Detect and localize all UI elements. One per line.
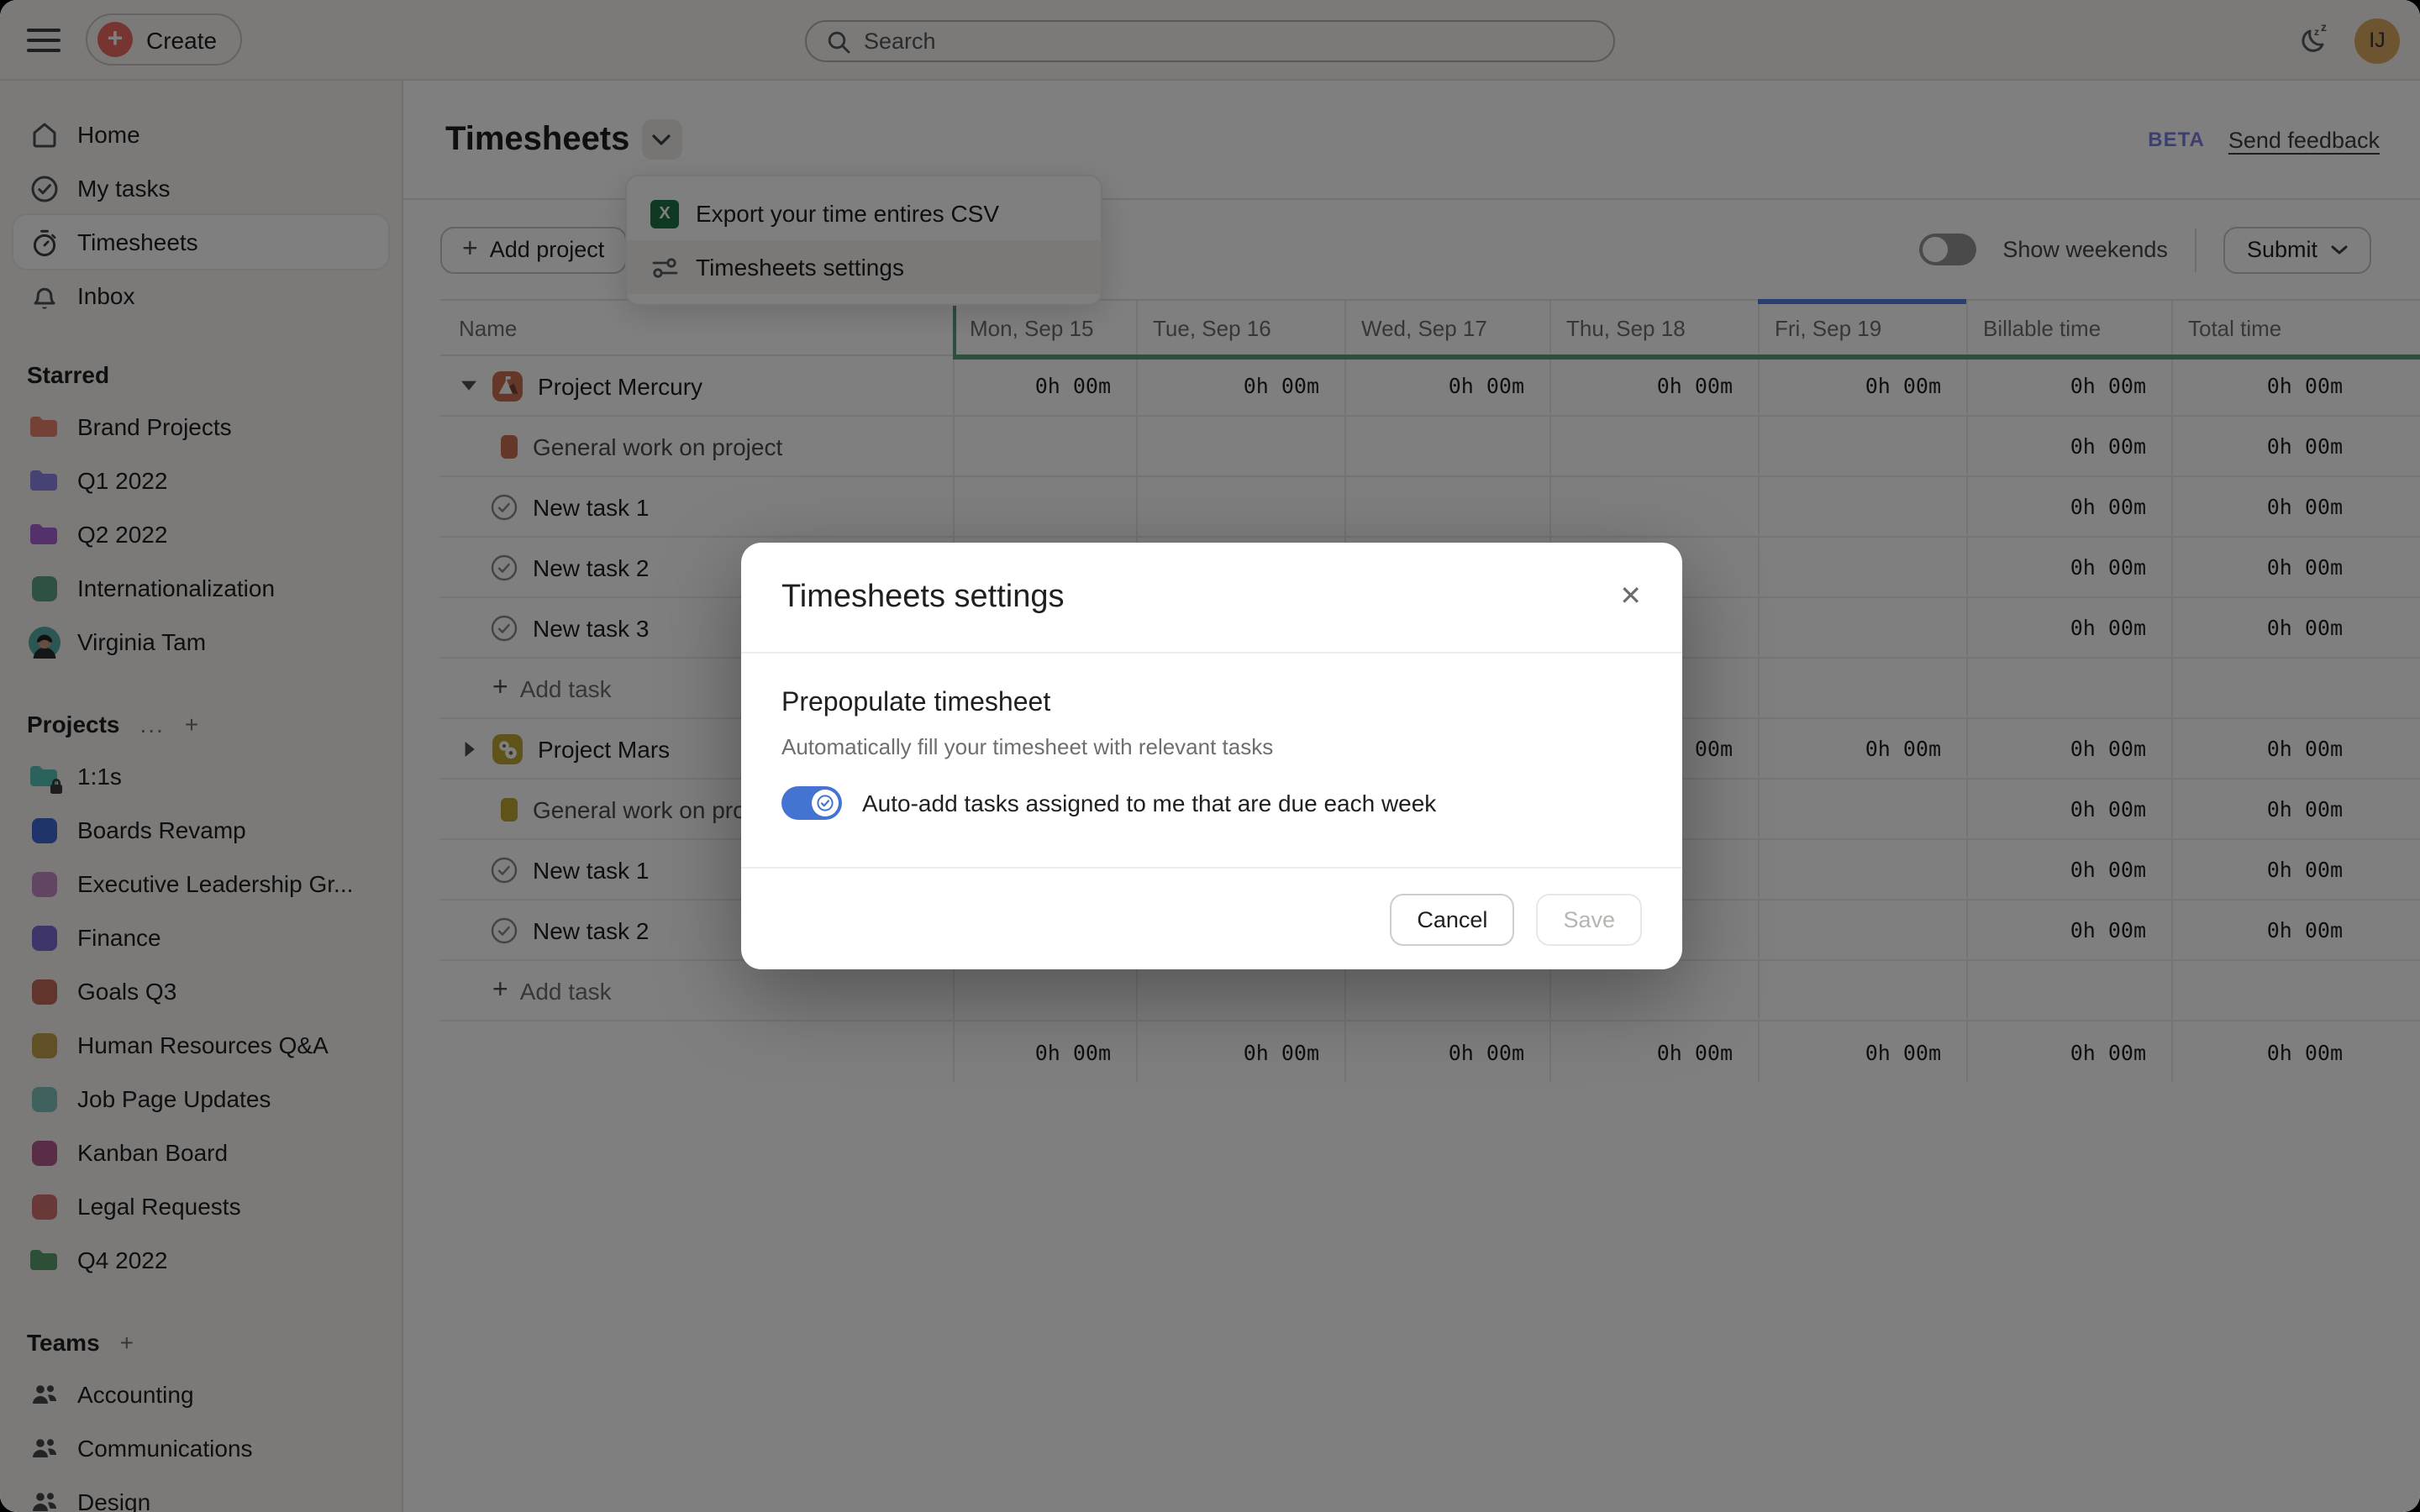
prepopulate-section-description: Automatically fill your timesheet with r… [781,734,1642,759]
modal-title: Timesheets settings [781,579,1065,616]
save-button[interactable]: Save [1536,893,1642,945]
cancel-button[interactable]: Cancel [1390,893,1514,945]
app-window: + Create Search zz IJ Home My tasks Ti [0,0,2420,1512]
auto-add-toggle-row: Auto-add tasks assigned to me that are d… [781,786,1642,820]
timesheets-settings-modal: Timesheets settings ✕ Prepopulate timesh… [741,543,1682,969]
auto-add-toggle[interactable] [781,786,842,820]
close-icon[interactable]: ✕ [1619,584,1642,611]
toggle-knob [812,790,839,816]
stage: + Create Search zz IJ Home My tasks Ti [0,0,2420,1512]
modal-header: Timesheets settings ✕ [741,543,1682,654]
prepopulate-section-title: Prepopulate timesheet [781,689,1642,719]
modal-footer: Cancel Save [741,867,1682,969]
auto-add-toggle-label: Auto-add tasks assigned to me that are d… [862,790,1436,816]
modal-body: Prepopulate timesheet Automatically fill… [741,654,1682,867]
